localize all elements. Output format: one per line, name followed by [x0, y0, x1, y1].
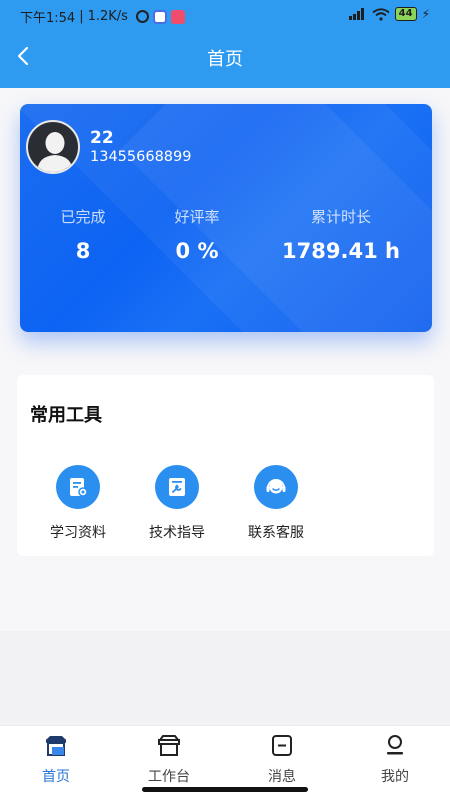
stat-label: 累计时长	[310, 208, 371, 226]
battery-indicator: 44	[394, 7, 417, 21]
wifi-icon	[372, 7, 390, 21]
nav-item-profile[interactable]: 我的	[355, 734, 435, 786]
tools-panel: 常用工具 学习资料 技术指导 联系客服	[17, 375, 434, 556]
tool-label: 学习资料	[50, 525, 106, 541]
stat-total-hours: 累计时长 1789.41 h	[271, 206, 411, 263]
stat-value: 1789.41 h	[282, 239, 400, 263]
study-materials-icon	[56, 465, 100, 509]
status-bar: 下午1:54 | 1.2K/s 44 ⚡	[20, 7, 430, 26]
user-phone: 13455668899	[90, 149, 192, 165]
top-bar: 下午1:54 | 1.2K/s 44 ⚡ 首页	[0, 0, 450, 88]
stat-label: 好评率	[174, 208, 220, 226]
nav-item-home[interactable]: 首页	[16, 734, 96, 786]
avatar[interactable]	[26, 120, 80, 174]
tool-label: 技术指导	[149, 525, 205, 541]
charging-icon: ⚡	[421, 7, 430, 21]
profile-icon	[387, 735, 403, 755]
tool-label: 联系客服	[248, 525, 304, 541]
default-avatar-icon	[37, 132, 73, 172]
message-icon	[272, 735, 292, 756]
status-time: 下午1:54	[20, 11, 76, 26]
workbench-icon	[158, 735, 180, 756]
tool-tech-guide[interactable]: 技术指导	[132, 465, 222, 542]
nav-item-workbench[interactable]: 工作台	[129, 734, 209, 786]
alarm-icon	[135, 9, 149, 23]
nav-label: 我的	[381, 769, 409, 785]
hd-signal-icon	[348, 8, 367, 20]
app-header: 首页	[0, 32, 450, 82]
home-indicator[interactable]	[142, 787, 308, 792]
home-icon	[46, 736, 66, 756]
network-speed: 1.2K/s	[87, 9, 128, 24]
nav-label: 工作台	[148, 769, 190, 785]
customer-service-icon	[254, 465, 298, 509]
user-name: 22	[90, 128, 114, 148]
stat-value: 0 %	[175, 239, 219, 263]
app-notification-icon	[152, 9, 167, 24]
tech-guide-icon	[155, 465, 199, 509]
tools-title: 常用工具	[30, 405, 102, 426]
nav-item-messages[interactable]: 消息	[242, 734, 322, 786]
stat-rating: 好评率 0 %	[127, 206, 267, 263]
profile-card: 22 13455668899 已完成 8 好评率 0 % 累计时长 1789.4…	[20, 104, 432, 332]
page-title: 首页	[207, 49, 243, 70]
tool-study-materials[interactable]: 学习资料	[33, 465, 123, 542]
tool-customer-service[interactable]: 联系客服	[231, 465, 321, 542]
nav-label: 首页	[42, 769, 70, 785]
video-app-icon	[170, 9, 185, 24]
nav-label: 消息	[268, 769, 296, 785]
